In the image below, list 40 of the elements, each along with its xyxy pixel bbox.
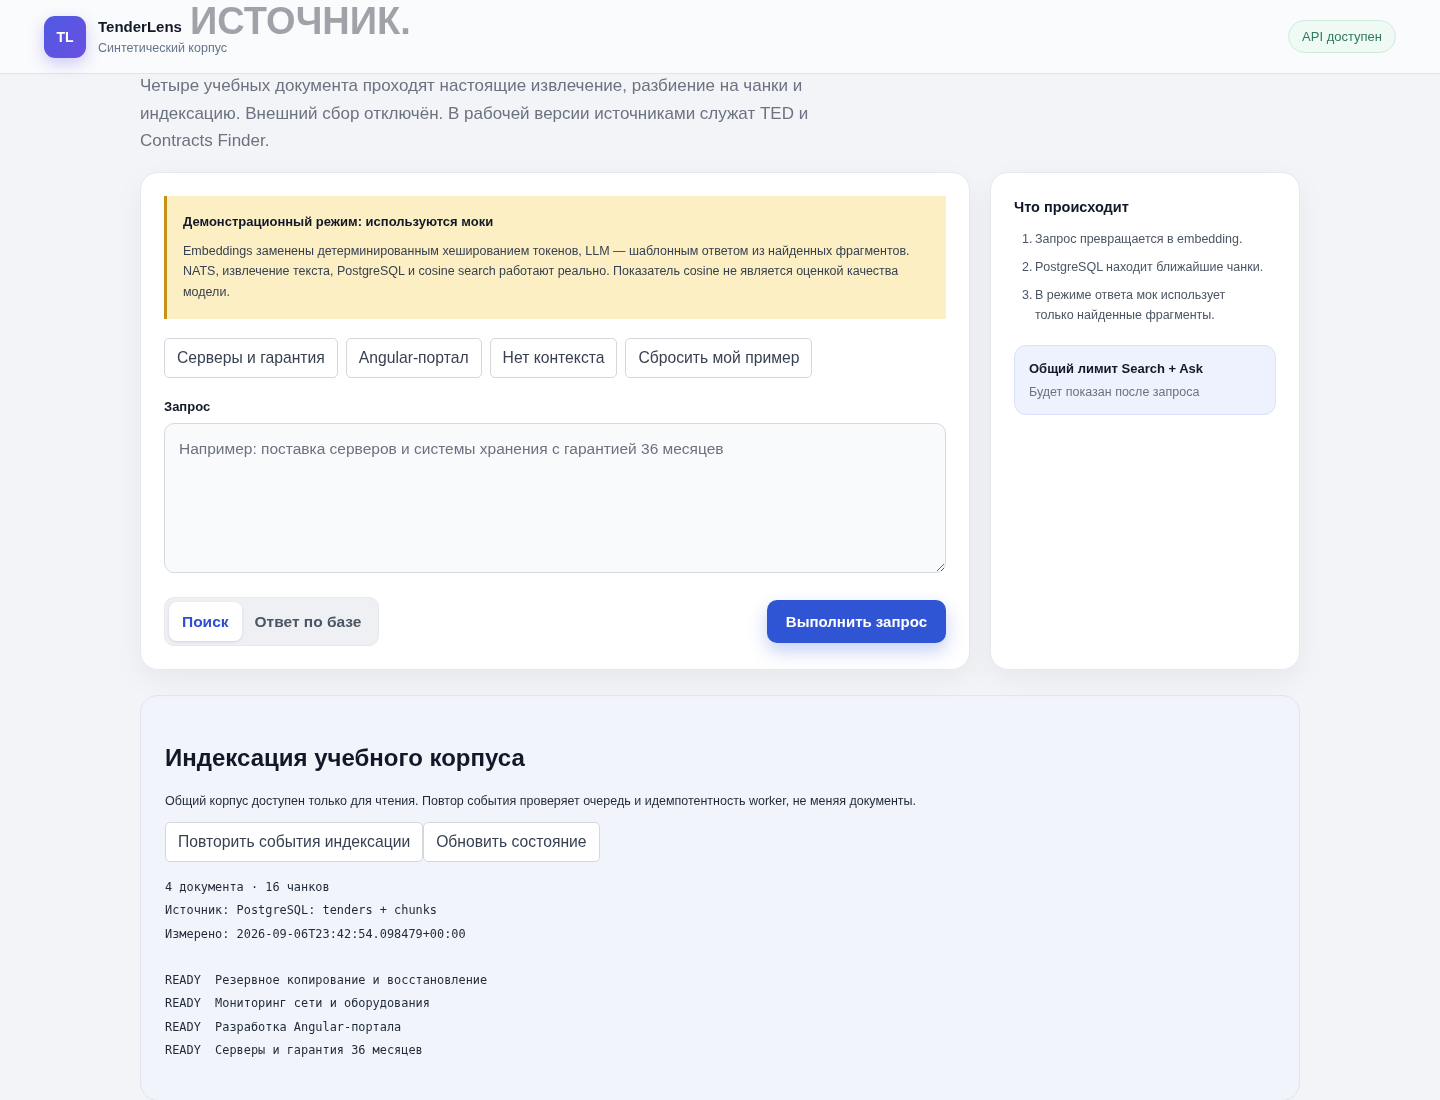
document-status: READY bbox=[165, 1042, 201, 1060]
step-text: PostgreSQL находит ближайшие чанки. bbox=[1035, 258, 1264, 276]
hero-title: ИСТОЧНИК. bbox=[190, 2, 411, 40]
query-field[interactable]: Например: поставка серверов и системы хранения с гарантией 36 месяцев bbox=[164, 423, 946, 573]
document-title: Разработка Angular-портала bbox=[215, 1018, 402, 1036]
api-status-badge: API доступен bbox=[1288, 20, 1396, 53]
query-label: Запрос bbox=[164, 398, 212, 416]
app-subtitle: Синтетический корпус bbox=[98, 39, 227, 56]
example-button[interactable]: Angular-портал bbox=[345, 338, 482, 378]
summary-line: 4 документа · 16 чанков bbox=[165, 879, 330, 896]
mode-tab[interactable]: Ответ по базе bbox=[241, 602, 375, 641]
document-title: Мониторинг сети и оборудования bbox=[215, 995, 430, 1013]
notice-text: Embeddings заменены детерминированным хешированием токенов, LLM — шаблонным ответом из найденных фрагментов. NATS, извлечение текста, PostgreSQL и cosine search работают реально. Показатель cosine не является оценкой качества модели. bbox=[183, 242, 911, 301]
step-text: В режиме ответа мок использует только найденные фрагменты. bbox=[1035, 286, 1227, 324]
summary-line: Источник: PostgreSQL: tenders + chunks bbox=[165, 902, 438, 920]
intro-text: Четыре учебных документа проходят настоящие извлечение, разбиение на чанки и индексацию. Внешний сбор отключён. В рабочей версии источниками служат TED и Contracts Finder. bbox=[140, 75, 810, 152]
mode-tab[interactable]: Поиск bbox=[169, 602, 242, 641]
step-number: 2. bbox=[1022, 258, 1034, 276]
document-status: READY bbox=[165, 1018, 201, 1036]
document-status: READY bbox=[165, 995, 201, 1013]
indexing-button[interactable]: Обновить состояние bbox=[423, 822, 600, 862]
app-logo: TL bbox=[44, 15, 86, 58]
example-button[interactable]: Сбросить мой пример bbox=[625, 338, 813, 378]
example-button[interactable]: Серверы и гарантия bbox=[164, 338, 338, 378]
run-query-button[interactable]: Выполнить запрос bbox=[766, 600, 946, 643]
limit-title: Общий лимит Search + Ask bbox=[1029, 359, 1205, 378]
info-title: Что происходит bbox=[1014, 197, 1130, 217]
summary-line: Измерено: 2026-09-06T23:42:54.098479+00:00 bbox=[165, 925, 466, 943]
indexing-button[interactable]: Повторить события индексации bbox=[165, 822, 424, 862]
step-text: Запрос превращается в embedding. bbox=[1035, 230, 1243, 248]
notice-title: Демонстрационный режим: используются моки bbox=[183, 212, 495, 231]
indexing-title: Индексация учебного корпуса bbox=[165, 743, 526, 773]
indexing-description: Общий корпус доступен только для чтения. Повтор события проверяет очередь и идемпотентность worker, не меняя документы. bbox=[165, 793, 918, 810]
document-title: Резервное копирование и восстановление bbox=[215, 972, 488, 990]
limit-text: Будет показан после запроса bbox=[1029, 383, 1201, 401]
step-number: 3. bbox=[1022, 286, 1034, 304]
example-button[interactable]: Нет контекста bbox=[489, 338, 618, 378]
document-status: READY bbox=[165, 972, 201, 990]
step-number: 1. bbox=[1022, 230, 1034, 248]
document-title: Серверы и гарантия 36 месяцев bbox=[215, 1042, 423, 1060]
